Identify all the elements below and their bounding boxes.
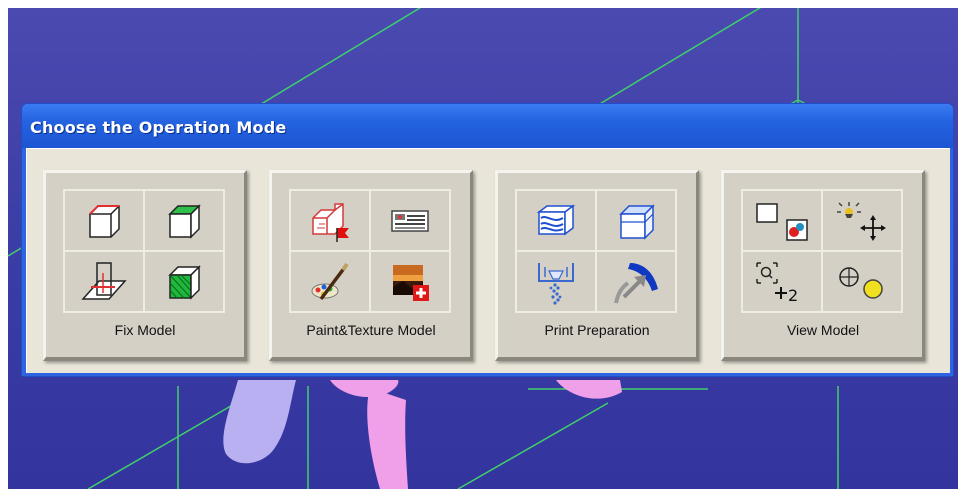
print-preparation-button[interactable]: Print Preparation (495, 170, 699, 361)
view-select-color-icon (756, 202, 808, 241)
box-green-top-icon (168, 203, 201, 239)
texture-image-add-icon (393, 264, 429, 301)
print-preparation-icon-grid (515, 189, 677, 313)
wireframe-box-red-edge-icon (89, 204, 120, 238)
extrusion-arrow-icon (614, 262, 658, 303)
green-faceted-box-icon (168, 264, 201, 300)
view-model-button[interactable]: 2 View Model (721, 170, 925, 361)
3d-model (223, 380, 622, 489)
intersecting-planes-icon (81, 261, 127, 300)
paint-texture-icon-grid (289, 189, 451, 313)
blue-box-icon (619, 203, 655, 240)
paint-texture-model-button[interactable]: Paint&Texture Model (269, 170, 473, 361)
fix-model-button[interactable]: Fix Model (43, 170, 247, 361)
paint-brush-palette-icon (311, 262, 349, 300)
light-move-icon (837, 201, 886, 241)
svg-text:2: 2 (788, 286, 798, 305)
paint-block-flag-icon (312, 202, 349, 242)
print-preparation-label: Print Preparation (544, 322, 650, 338)
fix-model-label: Fix Model (114, 322, 176, 338)
operation-mode-dialog: Choose the Operation Mode Fix Model Pain… (22, 104, 953, 376)
paint-texture-model-label: Paint&Texture Model (306, 322, 436, 338)
dialog-body: Fix Model Paint&Texture Model Print Prep… (26, 148, 950, 373)
dialog-title: Choose the Operation Mode (30, 118, 287, 137)
texture-panel-icon (391, 209, 429, 232)
powder-funnel-icon (538, 262, 574, 305)
view-model-label: View Model (786, 322, 860, 338)
view-model-icon-grid: 2 (741, 189, 903, 313)
orbit-sphere-icon (839, 266, 883, 299)
dialog-titlebar[interactable]: Choose the Operation Mode (22, 104, 953, 148)
fix-model-icon-grid (63, 189, 225, 313)
slice-layers-icon (536, 204, 576, 235)
zoom-rotate-icon: 2 (756, 261, 798, 305)
